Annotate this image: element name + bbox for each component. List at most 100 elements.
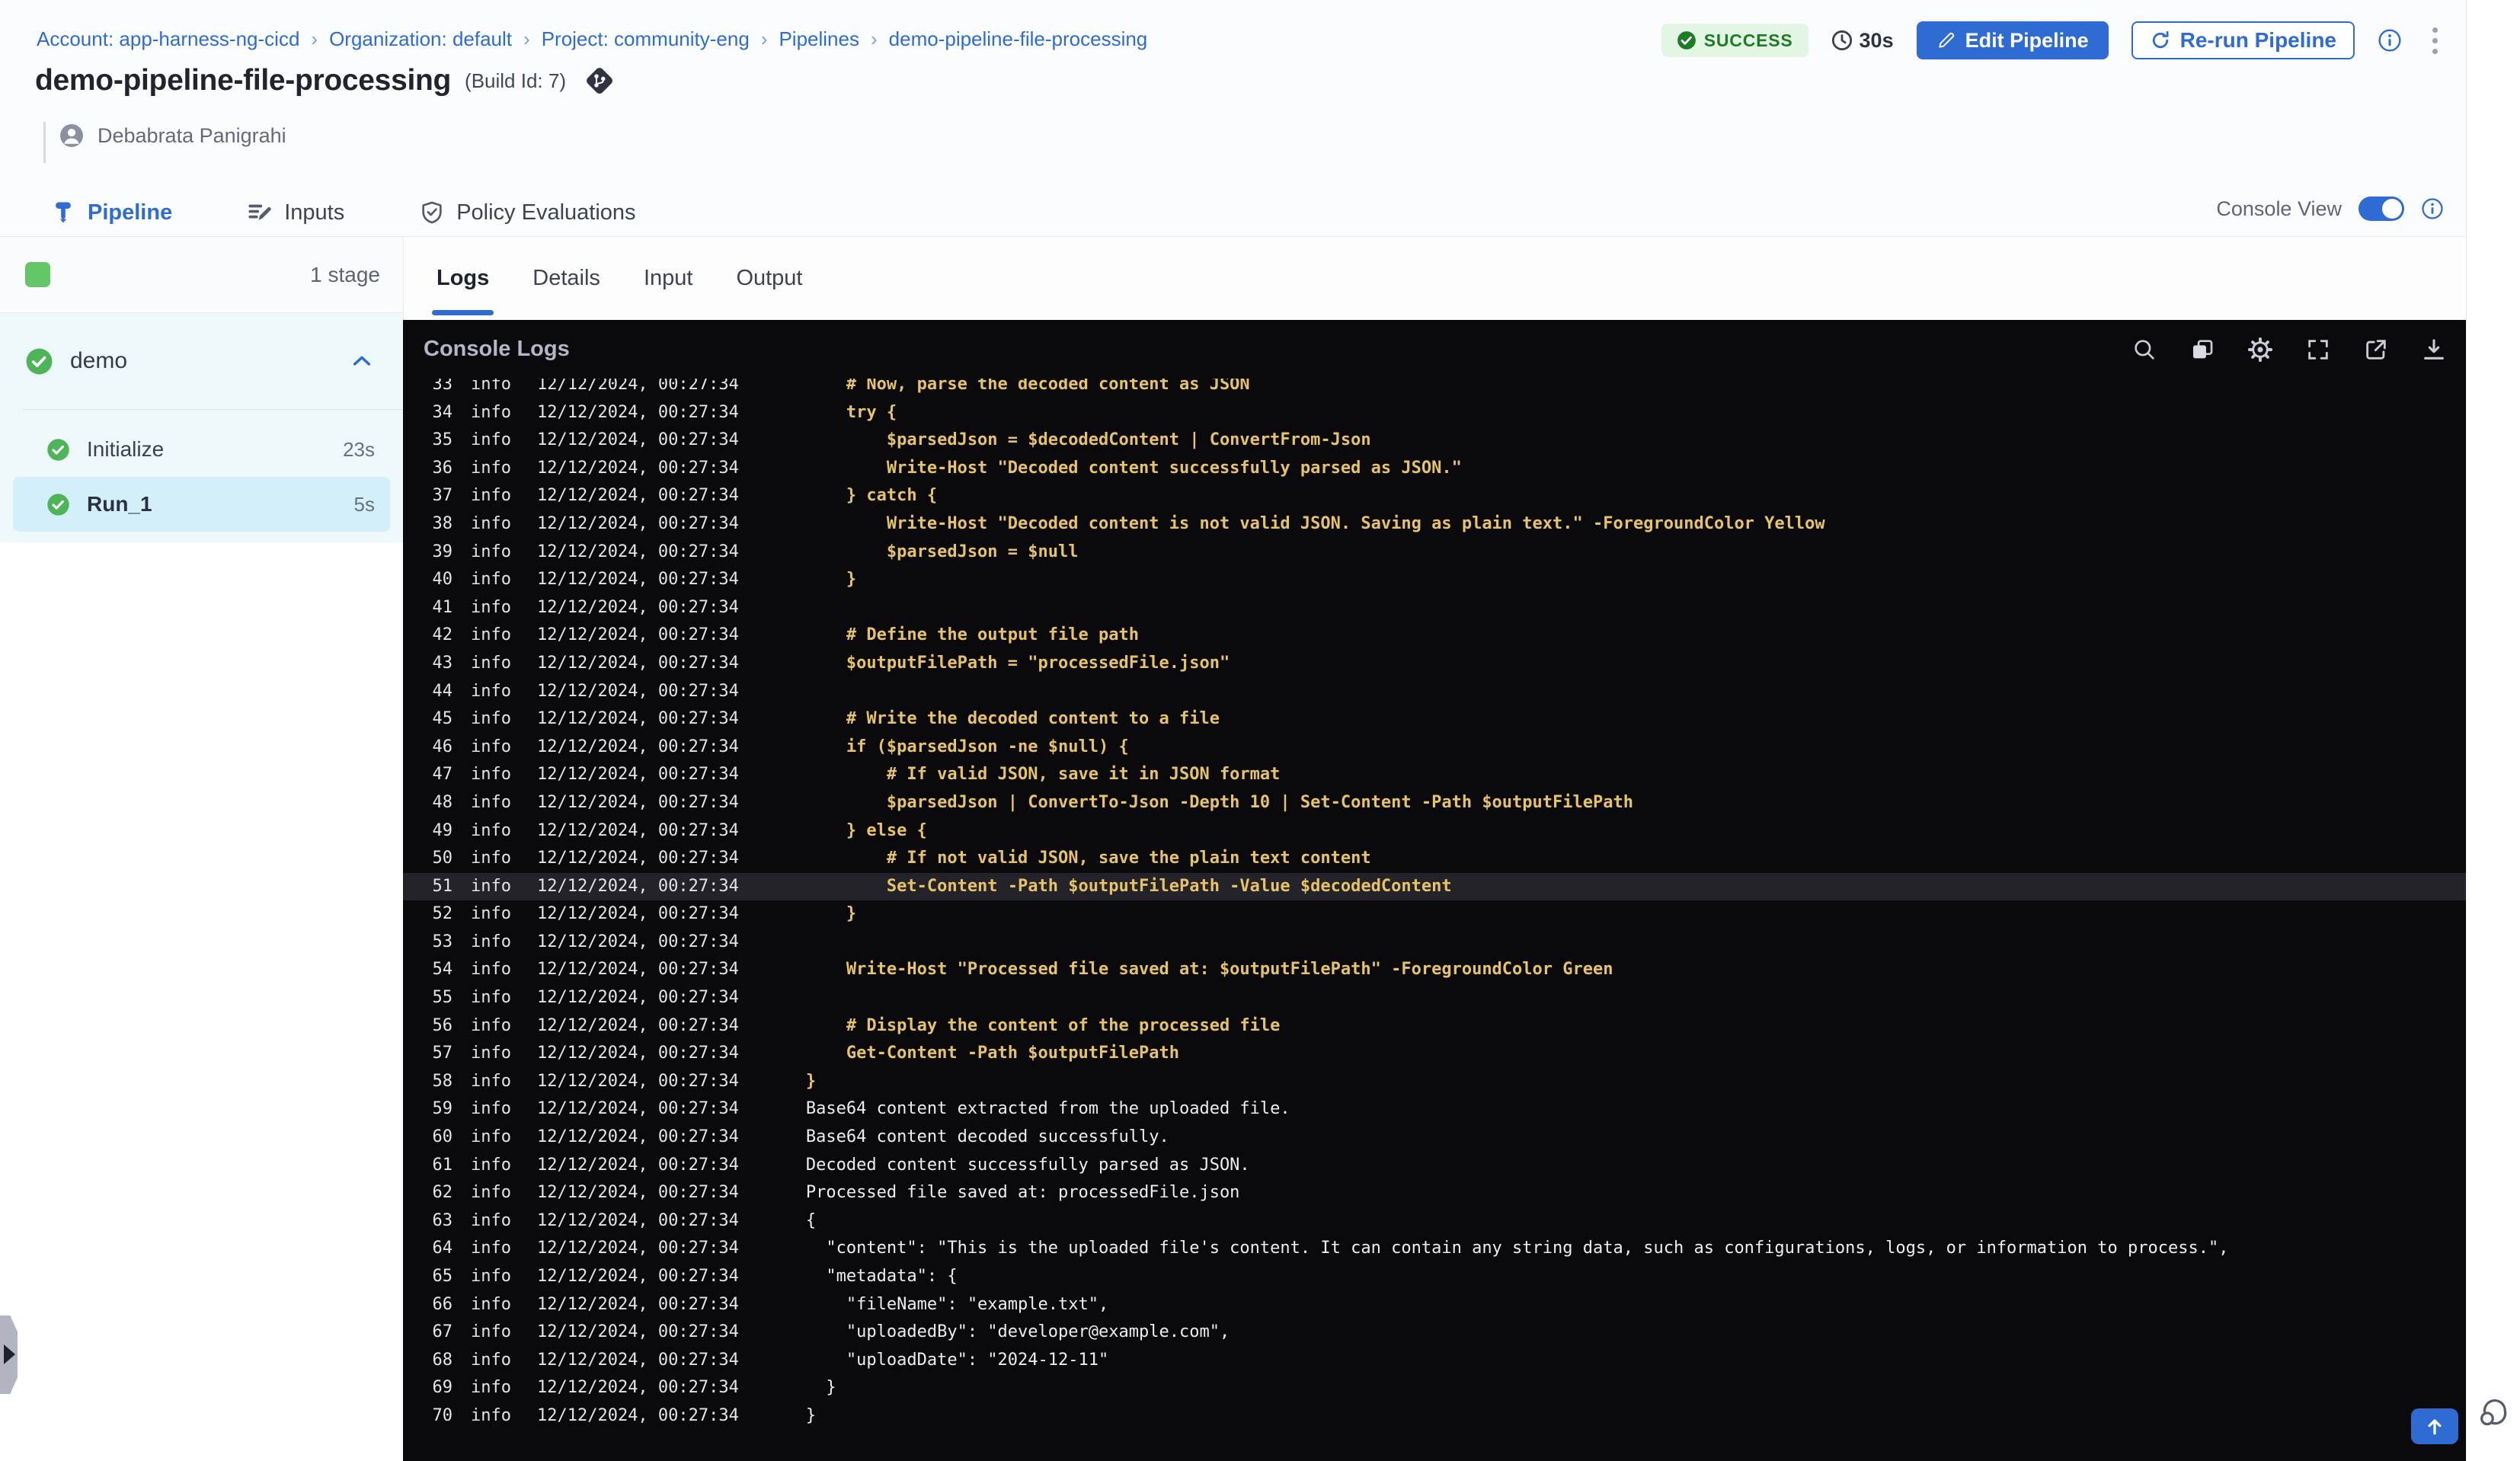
log-timestamp: 12/12/2024, 00:27:34 [536,1155,739,1175]
scroll-to-top-button[interactable] [2411,1408,2458,1444]
log-level: info [471,625,511,645]
log-line-number: 43 [432,653,453,673]
log-line-number: 66 [432,1294,453,1314]
log-level: info [471,932,511,951]
tab-inputs-label: Inputs [284,200,345,225]
stage-row-demo[interactable]: demo [0,313,403,409]
log-level: info [471,486,511,506]
fullscreen-icon[interactable] [2304,336,2332,363]
log-level: info [471,570,511,590]
log-line: 41 info 12/12/2024, 00:27:34 [403,594,2466,622]
log-line: 36 info 12/12/2024, 00:27:34 Write-Host … [403,455,2466,483]
log-timestamp: 12/12/2024, 00:27:34 [536,820,739,840]
copy-icon[interactable] [2189,336,2216,363]
log-line-number: 58 [432,1071,453,1091]
clock-icon [1831,30,1852,51]
log-timestamp: 12/12/2024, 00:27:34 [536,709,739,729]
step-details-tabs: Logs Details Input Output [403,237,2466,320]
log-line-number: 65 [432,1267,453,1286]
log-level: info [471,379,511,394]
console-view-info-icon[interactable] [2421,197,2444,220]
log-scroll-area[interactable]: 33 info 12/12/2024, 00:27:34 # Now, pars… [403,379,2466,1461]
log-line-number: 68 [432,1350,453,1370]
log-line: 65 info 12/12/2024, 00:27:34 "metadata":… [403,1263,2466,1291]
play-triangle-icon [4,1344,15,1364]
step-row-run-1[interactable]: Run_1 5s [13,477,390,532]
log-line-number: 69 [432,1378,453,1398]
console-view-toggle[interactable] [2359,197,2404,221]
log-line-number: 63 [432,1210,453,1230]
drawer-expand-handle[interactable] [0,1316,18,1394]
log-timestamp: 12/12/2024, 00:27:34 [536,1267,739,1286]
log-timestamp: 12/12/2024, 00:27:34 [536,1378,739,1398]
log-line: 33 info 12/12/2024, 00:27:34 # Now, pars… [403,379,2466,399]
trigger-author-row: Debabrata Panigrahi [58,122,286,149]
log-line: 68 info 12/12/2024, 00:27:34 "uploadDate… [403,1347,2466,1375]
tab-policy-evaluations[interactable]: Policy Evaluations [419,200,636,225]
search-icon[interactable] [2131,336,2158,363]
breadcrumb-account[interactable]: Account: app-harness-ng-cicd [37,27,299,51]
stage-name: demo [70,348,128,373]
log-line-number: 34 [432,402,453,422]
log-level: info [471,876,511,896]
log-message: # Define the output file path [805,625,1139,645]
settings-gear-icon[interactable] [2247,336,2274,363]
step-duration: 5s [353,492,375,516]
edit-pipeline-button[interactable]: Edit Pipeline [1916,21,2109,59]
log-line: 45 info 12/12/2024, 00:27:34 # Write the… [403,705,2466,734]
log-line: 46 info 12/12/2024, 00:27:34 if ($parsed… [403,734,2466,762]
breadcrumb-project[interactable]: Project: community-eng [542,27,750,51]
log-level: info [471,513,511,533]
log-timestamp: 12/12/2024, 00:27:34 [536,792,739,812]
log-line: 38 info 12/12/2024, 00:27:34 Write-Host … [403,510,2466,539]
info-icon[interactable] [2378,28,2402,53]
download-icon[interactable] [2420,336,2448,363]
log-line-number: 70 [432,1405,453,1425]
stage-success-icon [26,348,53,374]
open-in-new-icon[interactable] [2362,336,2390,363]
log-message: "fileName": "example.txt", [805,1294,1109,1314]
breadcrumb-current-pipeline[interactable]: demo-pipeline-file-processing [889,27,1148,51]
console-header: Console Logs [403,320,2466,379]
support-chat-icon[interactable] [2476,1395,2511,1431]
log-level: info [471,765,511,785]
status-badge: SUCCESS [1661,24,1808,57]
rerun-pipeline-button[interactable]: Re-run Pipeline [2131,21,2355,59]
tab-inputs[interactable]: Inputs [247,200,344,225]
chevron-up-icon[interactable] [350,349,374,373]
breadcrumb-organization[interactable]: Organization: default [329,27,512,51]
log-line: 50 info 12/12/2024, 00:27:34 # If not va… [403,845,2466,873]
log-message: } [805,1405,817,1425]
log-message: Write-Host "Decoded content is not valid… [805,513,1825,533]
breadcrumb-pipelines[interactable]: Pipelines [779,27,859,51]
log-level: info [471,792,511,812]
tab-pipeline[interactable]: Pipeline [31,200,185,245]
log-line: 42 info 12/12/2024, 00:27:34 # Define th… [403,622,2466,650]
more-options-menu[interactable] [2425,23,2445,59]
log-timestamp: 12/12/2024, 00:27:34 [536,849,739,868]
tab-logs[interactable]: Logs [431,240,494,317]
duration-display: 30s [1831,29,1894,53]
console-panel: Console Logs 33 info 12/12/2024, 00:27:3… [403,320,2466,1461]
log-line: 63 info 12/12/2024, 00:27:34 { [403,1207,2466,1236]
tab-input[interactable]: Input [641,240,696,317]
breadcrumb: Account: app-harness-ng-cicd › Organizat… [37,27,1147,51]
log-level: info [471,1378,511,1398]
step-row-initialize[interactable]: Initialize 23s [13,422,390,477]
log-line: 40 info 12/12/2024, 00:27:34 } [403,566,2466,594]
log-timestamp: 12/12/2024, 00:27:34 [536,542,739,561]
step-name: Initialize [87,437,165,461]
breadcrumb-separator: › [523,27,530,50]
log-line: 60 info 12/12/2024, 00:27:34 Base64 cont… [403,1124,2466,1152]
tab-output[interactable]: Output [733,240,805,317]
tab-details[interactable]: Details [529,240,603,317]
log-line-number: 40 [432,570,453,590]
log-line: 43 info 12/12/2024, 00:27:34 $outputFile… [403,650,2466,678]
log-level: info [471,1322,511,1342]
stage-summary-row: 1 stage [0,237,403,313]
log-line-number: 60 [432,1127,453,1147]
log-message: "uploadedBy": "developer@example.com", [805,1322,1230,1342]
step-details-panel: Logs Details Input Output Console Logs 3… [403,237,2466,1461]
tab-policy-evaluations-label: Policy Evaluations [456,200,636,225]
log-level: info [471,402,511,422]
